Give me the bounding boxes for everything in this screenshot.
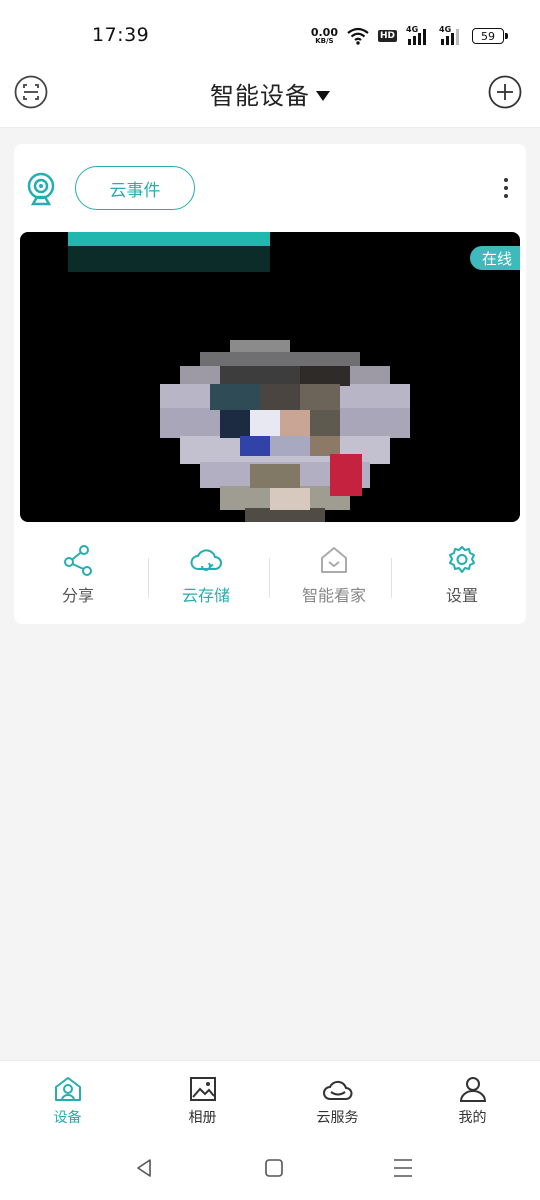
- divider: [391, 558, 392, 598]
- tab-cloud-service[interactable]: 云服务: [270, 1061, 405, 1140]
- net-speed-unit: KB/S: [315, 37, 334, 45]
- share-icon: [64, 545, 92, 576]
- tab-cloud-service-label: 云服务: [316, 1110, 359, 1126]
- gear-icon: [449, 546, 475, 573]
- home-icon: [321, 547, 347, 573]
- status-icons: 0.00 KB/S HD 4G 4G 59: [311, 24, 508, 48]
- tab-me[interactable]: 我的: [405, 1061, 540, 1140]
- plus-circle-icon: [488, 75, 522, 109]
- device-home-icon: [54, 1077, 81, 1101]
- signal-2-label: 4G: [439, 25, 452, 34]
- divider: [148, 558, 149, 598]
- add-device-button[interactable]: [488, 75, 522, 109]
- camera-preview[interactable]: 在线: [20, 232, 520, 522]
- divider: [269, 558, 270, 598]
- status-time: 17:39: [92, 24, 150, 46]
- app-bar: 智能设备: [0, 60, 540, 124]
- recents-icon[interactable]: [391, 1156, 415, 1180]
- cloud-storage-button[interactable]: 云存储: [142, 544, 270, 616]
- cloud-storage-label: 云存储: [181, 586, 230, 605]
- system-nav-bar: [0, 1140, 540, 1200]
- online-status-badge: 在线: [469, 246, 520, 270]
- blurred-image: [160, 340, 410, 522]
- signal-icon: 4G: [439, 25, 463, 45]
- signal-1-label: 4G: [406, 25, 419, 34]
- cloud-icon: [190, 549, 222, 571]
- page-title: 智能设备: [210, 82, 310, 110]
- device-selector[interactable]: 智能设备: [0, 76, 540, 111]
- tab-album[interactable]: 相册: [135, 1061, 270, 1140]
- device-card: 云事件 在线 分享 云存储 智能看家 设置: [14, 144, 526, 624]
- wifi-icon: [347, 27, 369, 45]
- caret-down-icon: [316, 90, 330, 101]
- smart-home-guard-label: 智能看家: [301, 586, 366, 605]
- blurred-overlay: [68, 232, 270, 272]
- user-icon: [459, 1077, 486, 1102]
- more-options-icon[interactable]: [498, 176, 514, 200]
- top-header: 17:39 0.00 KB/S HD 4G 4G 59 智能设备: [0, 0, 540, 128]
- bottom-tab-bar: 设备 相册 云服务 我的: [0, 1060, 540, 1140]
- tab-me-label: 我的: [458, 1110, 487, 1126]
- tab-devices[interactable]: 设备: [0, 1061, 135, 1140]
- tab-album-label: 相册: [188, 1110, 217, 1126]
- album-icon: [189, 1077, 216, 1101]
- battery-icon: 59: [472, 28, 508, 44]
- share-label: 分享: [61, 586, 94, 605]
- cloud-event-button[interactable]: 云事件: [75, 166, 195, 210]
- smart-home-guard-button[interactable]: 智能看家: [270, 544, 398, 616]
- camera-icon: [26, 172, 56, 206]
- signal-icon: 4G: [406, 25, 430, 45]
- battery-level: 59: [481, 29, 495, 43]
- hd-badge: HD: [377, 30, 397, 42]
- cloud-service-icon: [322, 1080, 352, 1100]
- tab-devices-label: 设备: [53, 1110, 82, 1126]
- device-actions: 分享 云存储 智能看家 设置: [14, 544, 526, 616]
- net-speed: 0.00 KB/S: [311, 27, 338, 45]
- share-button[interactable]: 分享: [14, 544, 142, 616]
- settings-label: 设置: [445, 586, 478, 605]
- settings-button[interactable]: 设置: [398, 544, 526, 616]
- back-icon[interactable]: [133, 1156, 157, 1180]
- home-nav-icon[interactable]: [262, 1156, 286, 1180]
